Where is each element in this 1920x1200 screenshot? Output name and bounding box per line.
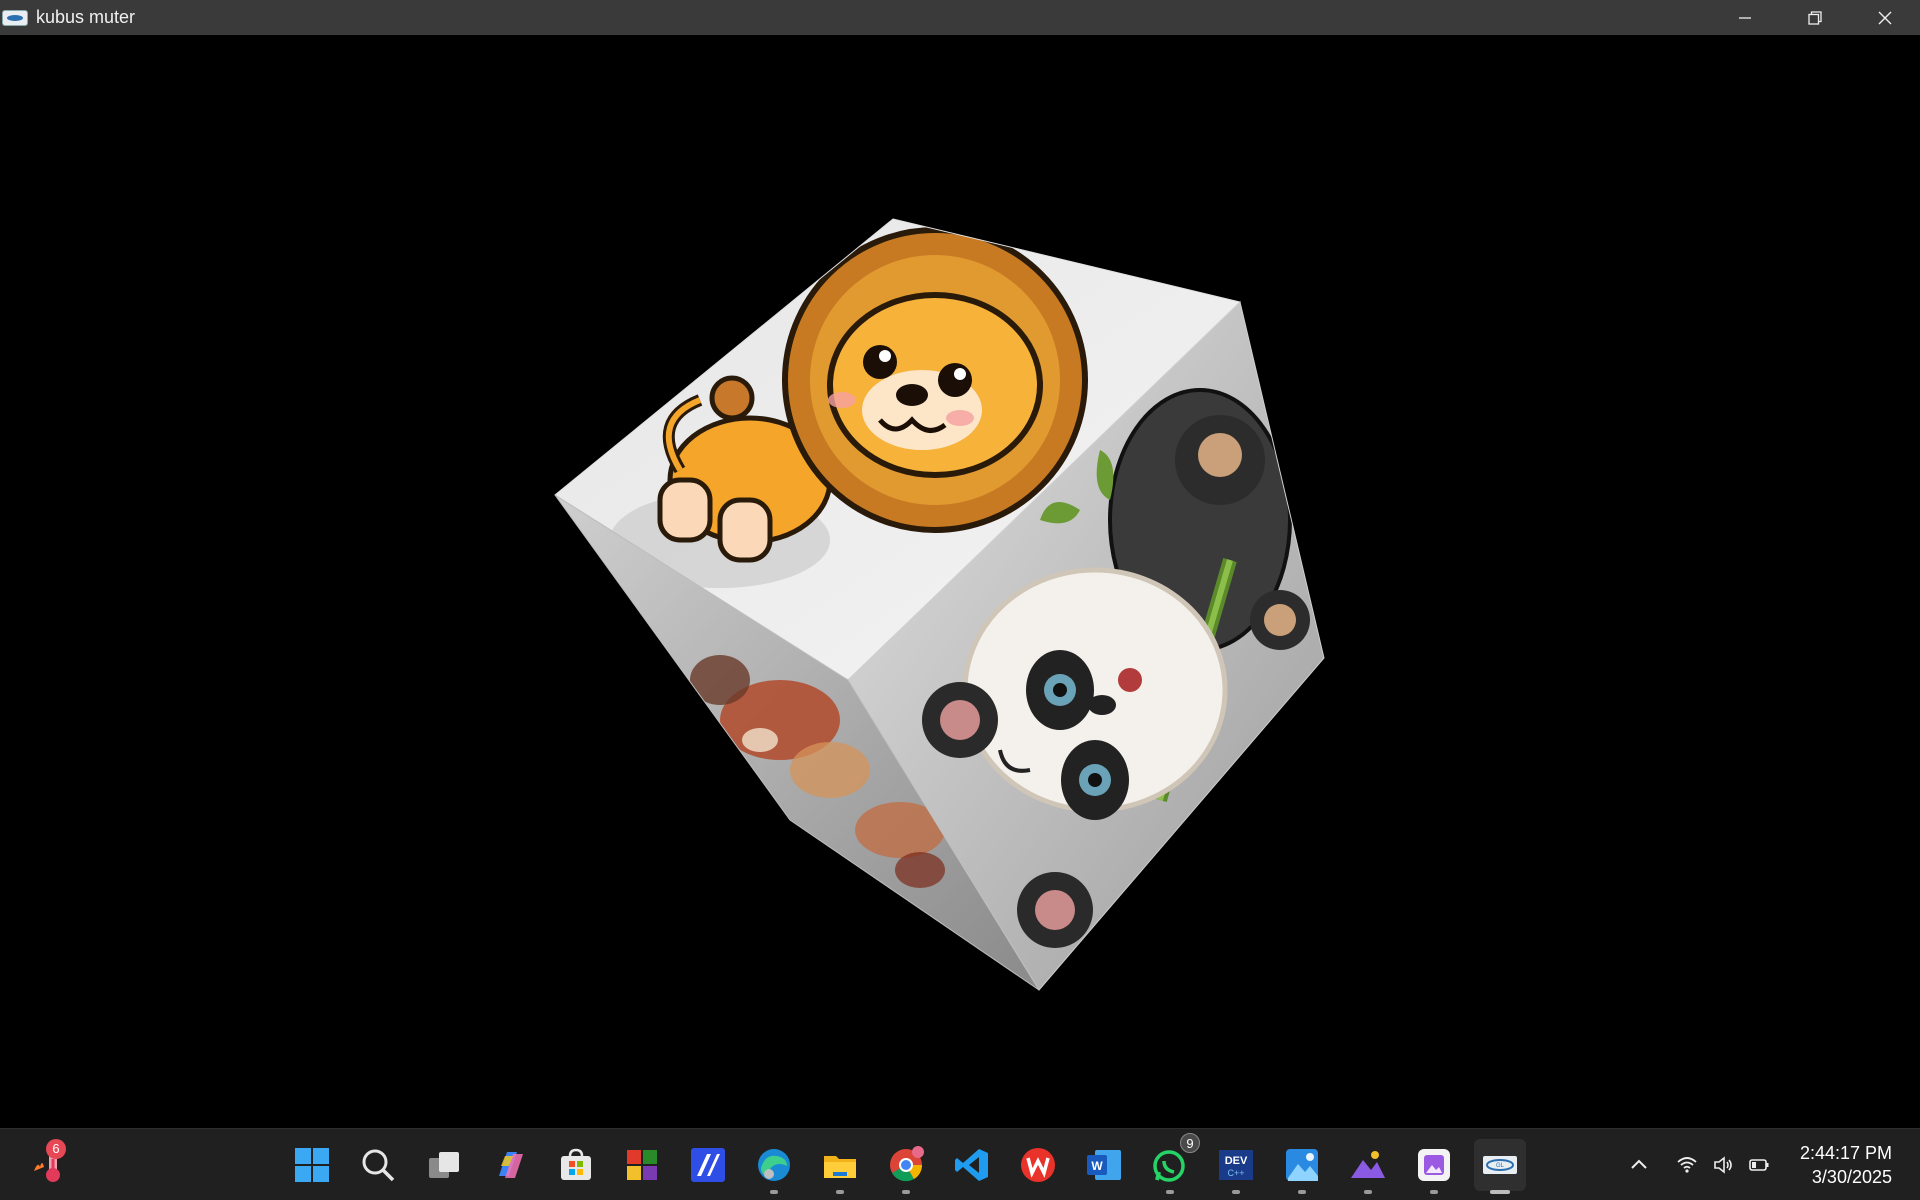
wps-button[interactable]	[1012, 1139, 1064, 1191]
weather-widget[interactable]: 6	[28, 1139, 72, 1185]
photos-button[interactable]	[1276, 1139, 1328, 1194]
chrome-icon	[890, 1146, 924, 1182]
paint-app-button[interactable]	[1342, 1139, 1394, 1194]
close-button[interactable]	[1850, 0, 1920, 35]
chevron-up-icon	[1631, 1159, 1647, 1169]
mountain-icon	[1351, 1151, 1385, 1178]
chrome-button[interactable]	[880, 1139, 932, 1194]
wps-icon	[1021, 1148, 1055, 1182]
clock-time: 2:44:17 PM	[1799, 1143, 1892, 1163]
running-indicator	[1430, 1190, 1438, 1194]
file-explorer-button[interactable]	[814, 1139, 866, 1194]
title-bar: kubus muter	[0, 0, 1920, 35]
running-indicator	[1298, 1190, 1306, 1194]
battery-icon	[1749, 1159, 1769, 1171]
word-button[interactable]: W	[1078, 1139, 1130, 1191]
running-indicator	[1364, 1190, 1372, 1194]
copilot-icon	[499, 1152, 523, 1178]
start-button[interactable]	[286, 1139, 338, 1191]
wifi-icon	[1677, 1157, 1697, 1173]
vscode-button[interactable]	[946, 1139, 998, 1191]
minimize-icon	[1739, 16, 1751, 19]
word-icon: W	[1087, 1150, 1121, 1180]
task-view-button[interactable]	[418, 1139, 470, 1191]
blocks-app-button[interactable]	[616, 1139, 668, 1191]
clock[interactable]: 2:44:17 PM 3/30/2025	[1800, 1141, 1892, 1189]
search-button[interactable]	[352, 1139, 404, 1191]
clock-date: 3/30/2025	[1811, 1167, 1892, 1187]
vscode-icon	[955, 1149, 988, 1181]
taskbar: 6 W 9 DEV C++ GL 2:44:17 PM 3/30/2025	[0, 1128, 1920, 1200]
window-title: kubus muter	[36, 7, 136, 27]
svg-text:GL: GL	[1496, 1163, 1505, 1169]
kubus-muter-button[interactable]: GL	[1474, 1139, 1526, 1194]
store-icon	[561, 1148, 591, 1180]
whatsapp-badge: 9	[1180, 1133, 1200, 1153]
restore-icon	[1808, 10, 1822, 25]
restore-button[interactable]	[1780, 0, 1850, 35]
whatsapp-button[interactable]: 9	[1144, 1133, 1200, 1194]
color-blocks-icon	[627, 1150, 657, 1180]
windows-logo-icon	[295, 1148, 329, 1182]
running-indicator	[836, 1190, 844, 1194]
search-icon	[362, 1149, 395, 1182]
whatsapp-icon	[1153, 1150, 1185, 1182]
svg-text:C++: C++	[1227, 1168, 1244, 1178]
system-tray: 2:44:17 PM 3/30/2025	[1622, 1129, 1920, 1200]
speaker-icon	[1714, 1156, 1732, 1174]
show-hidden-icons-button[interactable]	[1622, 1148, 1656, 1182]
running-indicator	[1166, 1190, 1174, 1194]
svg-text:W: W	[1091, 1159, 1103, 1173]
app-window-icon	[2, 9, 28, 26]
task-view-icon	[429, 1152, 459, 1178]
rotating-cube	[554, 218, 1325, 991]
store-button[interactable]	[550, 1139, 602, 1191]
taskbar-apps: W 9 DEV C++ GL	[286, 1133, 1526, 1194]
window-controls	[1710, 0, 1920, 35]
opengl-app-icon: GL	[1483, 1156, 1517, 1174]
render-viewport[interactable]	[0, 35, 1920, 1128]
gallery-app-button[interactable]	[1408, 1139, 1460, 1194]
widget-badge: 6	[46, 1139, 66, 1159]
svg-text:DEV: DEV	[1225, 1155, 1248, 1167]
running-indicator	[902, 1190, 910, 1194]
editor-app-button[interactable]	[682, 1139, 734, 1191]
dev-cpp-button[interactable]: DEV C++	[1210, 1139, 1262, 1194]
folder-icon	[824, 1156, 856, 1178]
copilot-button[interactable]	[484, 1139, 536, 1191]
photos-icon	[1286, 1149, 1318, 1181]
edge-icon	[758, 1149, 790, 1181]
minimize-button[interactable]	[1710, 0, 1780, 35]
purple-gallery-icon	[1418, 1149, 1450, 1181]
wifi-button[interactable]	[1670, 1148, 1704, 1182]
edge-button[interactable]	[748, 1139, 800, 1194]
blue-editor-icon	[691, 1148, 725, 1182]
volume-button[interactable]	[1706, 1148, 1740, 1182]
dev-icon: DEV C++	[1219, 1150, 1253, 1180]
battery-button[interactable]	[1742, 1148, 1776, 1182]
running-indicator	[1490, 1190, 1510, 1194]
running-indicator	[770, 1190, 778, 1194]
running-indicator	[1232, 1190, 1240, 1194]
close-icon	[1878, 11, 1892, 24]
